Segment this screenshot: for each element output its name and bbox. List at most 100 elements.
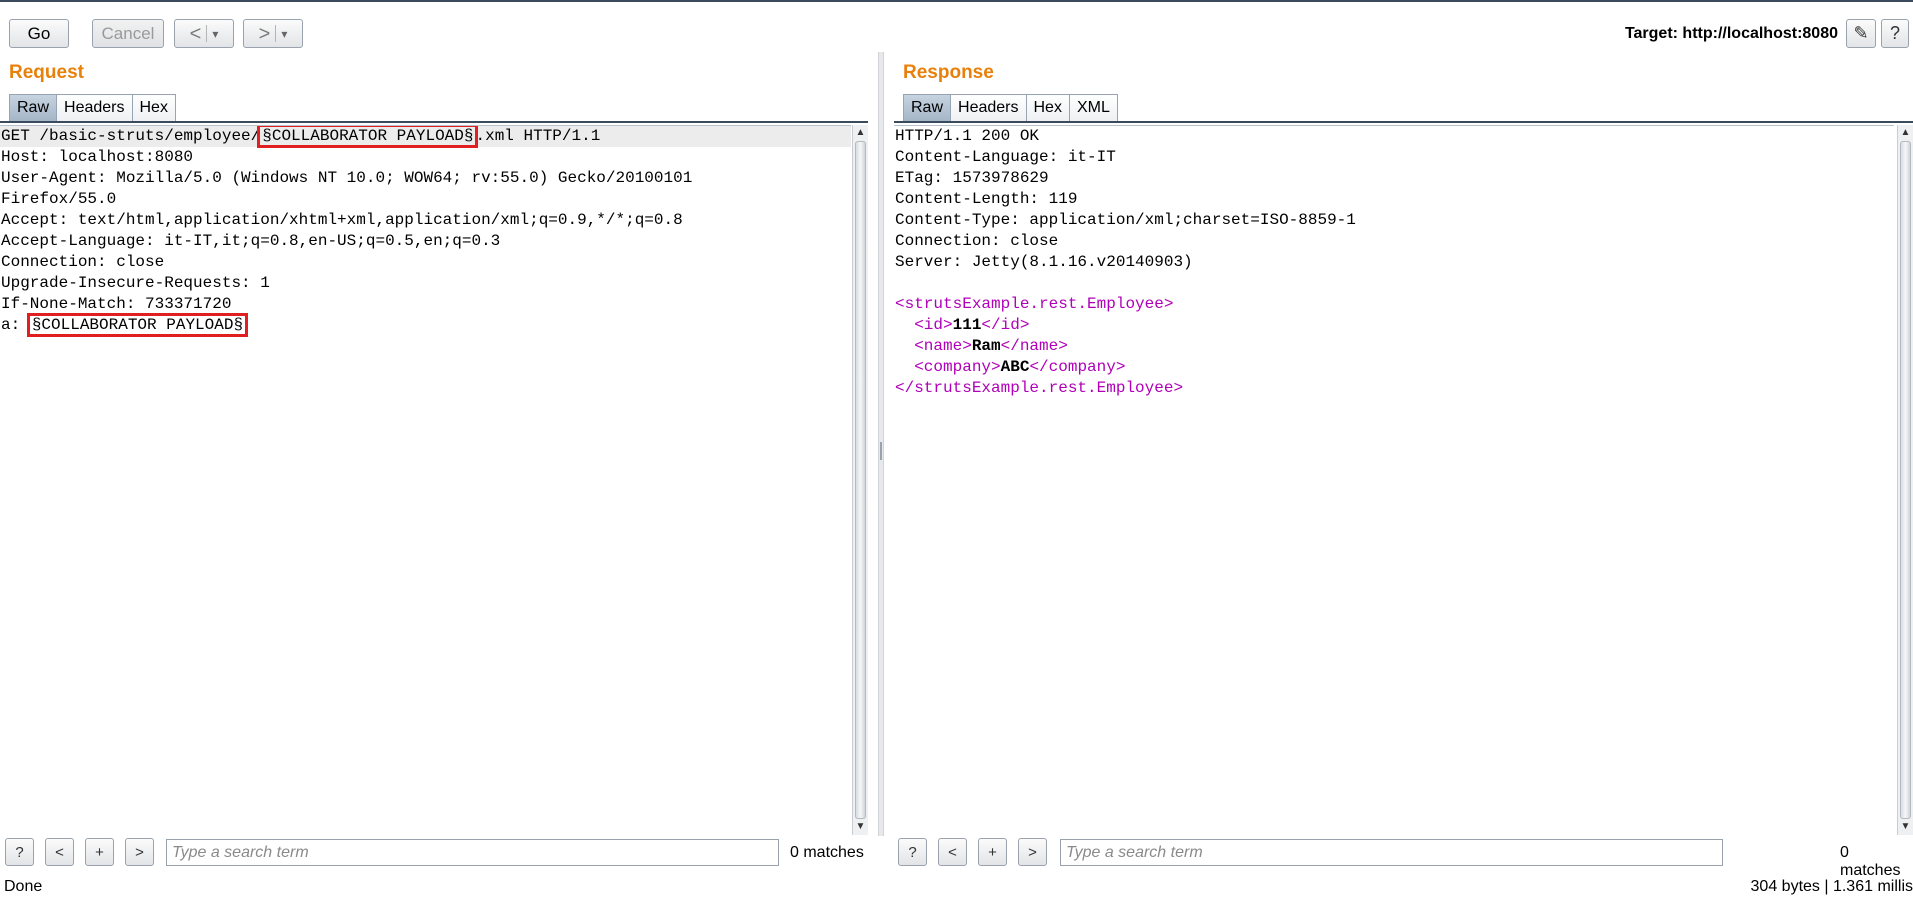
request-scrollbar[interactable]: ▲ ▼ bbox=[852, 125, 868, 835]
request-line: Accept: text/html,application/xhtml+xml,… bbox=[1, 211, 683, 229]
xml-tag: </company> bbox=[1029, 358, 1126, 376]
scroll-down-icon[interactable]: ▼ bbox=[853, 819, 868, 835]
xml-root-close: </strutsExample.rest.Employee> bbox=[895, 379, 1184, 397]
help-button[interactable]: ? bbox=[1881, 19, 1909, 48]
scroll-up-icon[interactable]: ▲ bbox=[853, 125, 868, 141]
request-title: Request bbox=[9, 62, 84, 83]
scroll-thumb[interactable] bbox=[855, 141, 866, 819]
xml-tag: </name> bbox=[1000, 337, 1068, 355]
response-editor[interactable]: HTTP/1.1 200 OK Content-Language: it-IT … bbox=[894, 125, 1894, 900]
separator bbox=[206, 25, 208, 42]
match-count: 0 matches bbox=[1840, 844, 1901, 879]
chevron-down-icon[interactable]: ▾ bbox=[281, 27, 287, 41]
xml-tag: </id> bbox=[981, 316, 1030, 334]
help-icon: ? bbox=[908, 843, 917, 861]
request-line: Firefox/55.0 bbox=[1, 190, 117, 208]
pane-splitter[interactable] bbox=[878, 52, 884, 836]
status-bar: Done 304 bytes | 1.361 millis bbox=[0, 878, 1913, 901]
response-line: Content-Length: 119 bbox=[895, 190, 1078, 208]
target-label: Target: http://localhost:8080 bbox=[1624, 25, 1838, 42]
xml-tag: <company> bbox=[914, 358, 1001, 376]
edit-target-button[interactable]: ✎ bbox=[1846, 19, 1876, 48]
search-next-button[interactable]: > bbox=[1018, 838, 1047, 866]
pencil-icon: ✎ bbox=[1853, 23, 1869, 43]
payload-marker: §COLLABORATOR PAYLOAD§ bbox=[257, 126, 479, 148]
tab-hex[interactable]: Hex bbox=[131, 94, 176, 121]
next-icon: > bbox=[1028, 843, 1037, 861]
response-line: HTTP/1.1 200 OK bbox=[895, 127, 1040, 145]
response-line: Content-Type: application/xml;charset=IS… bbox=[895, 211, 1356, 229]
tab-rule bbox=[894, 121, 1913, 123]
request-editor[interactable]: GET /basic-struts/employee/§COLLABORATOR… bbox=[0, 125, 851, 900]
search-prev-button[interactable]: < bbox=[938, 838, 967, 866]
scroll-up-icon[interactable]: ▲ bbox=[1898, 125, 1913, 141]
request-line: a: §COLLABORATOR PAYLOAD§ bbox=[0, 313, 851, 337]
response-line: Content-Language: it-IT bbox=[895, 148, 1116, 166]
back-arrow-icon: < bbox=[189, 22, 202, 45]
tab-xml[interactable]: XML bbox=[1068, 94, 1118, 121]
xml-name-line: <name>Ram</name> bbox=[894, 336, 1894, 357]
request-pane: Request Raw Headers Hex GET /basic-strut… bbox=[0, 62, 868, 835]
xml-value: Ram bbox=[971, 337, 1001, 355]
request-line: Connection: close bbox=[1, 253, 165, 271]
xml-root-open: <strutsExample.rest.Employee> bbox=[895, 295, 1174, 313]
scroll-thumb[interactable] bbox=[1900, 141, 1911, 819]
xml-id-line: <id>111</id> bbox=[894, 315, 1894, 336]
match-count: 0 matches bbox=[790, 844, 864, 861]
prev-icon: < bbox=[55, 843, 64, 861]
prev-icon: < bbox=[948, 843, 957, 861]
tab-headers[interactable]: Headers bbox=[56, 94, 133, 121]
forward-button[interactable]: > ▾ bbox=[243, 19, 303, 48]
response-search-bar: ? < + > 0 matches bbox=[894, 838, 1913, 879]
request-line: Host: localhost:8080 bbox=[1, 148, 194, 166]
forward-arrow-icon: > bbox=[258, 22, 271, 45]
xml-value: 111 bbox=[952, 316, 982, 334]
xml-company-line: <company>ABC</company> bbox=[894, 357, 1894, 378]
response-pane: Response Raw Headers Hex XML HTTP/1.1 20… bbox=[894, 62, 1913, 835]
response-title: Response bbox=[903, 62, 994, 83]
response-scrollbar[interactable]: ▲ ▼ bbox=[1897, 125, 1913, 835]
search-help-button[interactable]: ? bbox=[898, 838, 927, 866]
cancel-button[interactable]: Cancel bbox=[92, 19, 164, 48]
search-input[interactable] bbox=[1060, 839, 1723, 866]
search-add-button[interactable]: + bbox=[978, 838, 1007, 866]
response-line: Server: Jetty(8.1.16.v20140903) bbox=[895, 253, 1193, 271]
help-icon: ? bbox=[1889, 23, 1900, 43]
tab-headers[interactable]: Headers bbox=[950, 94, 1027, 121]
tab-raw[interactable]: Raw bbox=[9, 94, 58, 121]
request-tabs: Raw Headers Hex bbox=[9, 94, 176, 121]
request-line: If-None-Match: 733371720 bbox=[1, 295, 232, 313]
search-next-button[interactable]: > bbox=[125, 838, 154, 866]
toolbar: Go Cancel < ▾ > ▾ Target: http://localho… bbox=[0, 2, 1913, 62]
xml-tag: <name> bbox=[914, 337, 972, 355]
request-line-text: .xml HTTP/1.1 bbox=[475, 127, 601, 145]
plus-icon: + bbox=[988, 843, 997, 861]
response-line: Connection: close bbox=[895, 232, 1059, 250]
next-icon: > bbox=[135, 843, 144, 861]
help-icon: ? bbox=[15, 843, 24, 861]
response-stats: 304 bytes | 1.361 millis bbox=[1750, 878, 1913, 895]
search-input[interactable] bbox=[166, 839, 779, 866]
tab-raw[interactable]: Raw bbox=[903, 94, 952, 121]
tab-hex[interactable]: Hex bbox=[1025, 94, 1070, 121]
request-line: Accept-Language: it-IT,it;q=0.8,en-US;q=… bbox=[1, 232, 501, 250]
response-tabs: Raw Headers Hex XML bbox=[903, 94, 1118, 121]
scroll-down-icon[interactable]: ▼ bbox=[1898, 819, 1913, 835]
request-search-bar: ? < + > 0 matches bbox=[0, 838, 870, 868]
splitter-grip[interactable] bbox=[880, 442, 882, 460]
plus-icon: + bbox=[95, 843, 104, 861]
response-line: ETag: 1573978629 bbox=[895, 169, 1049, 187]
xml-tag: <id> bbox=[914, 316, 953, 334]
request-line: User-Agent: Mozilla/5.0 (Windows NT 10.0… bbox=[1, 169, 693, 187]
search-prev-button[interactable]: < bbox=[45, 838, 74, 866]
payload-marker: §COLLABORATOR PAYLOAD§ bbox=[26, 313, 249, 337]
tab-rule bbox=[0, 121, 868, 123]
xml-value: ABC bbox=[1000, 358, 1030, 376]
back-button[interactable]: < ▾ bbox=[174, 19, 234, 48]
go-button[interactable]: Go bbox=[9, 19, 69, 48]
request-line: Upgrade-Insecure-Requests: 1 bbox=[1, 274, 270, 292]
search-add-button[interactable]: + bbox=[85, 838, 114, 866]
search-help-button[interactable]: ? bbox=[5, 838, 34, 866]
chevron-down-icon[interactable]: ▾ bbox=[212, 27, 218, 41]
